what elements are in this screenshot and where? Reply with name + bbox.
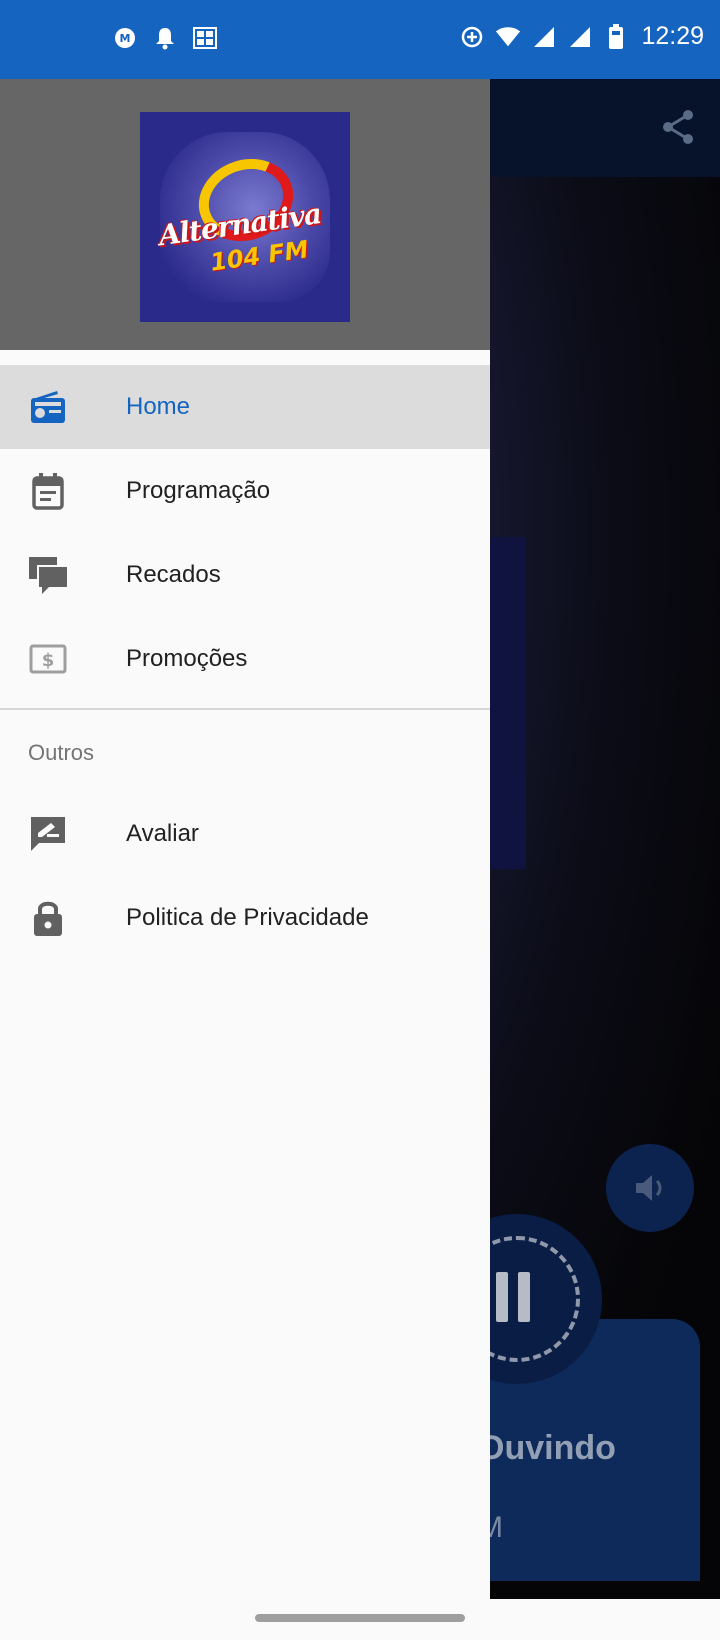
notification-bell-icon — [152, 25, 178, 51]
svg-text:$: $ — [42, 650, 55, 671]
money-icon: $ — [28, 639, 68, 679]
share-icon[interactable] — [658, 107, 698, 147]
system-nav-bar — [0, 1599, 720, 1640]
navigation-drawer: Alternativa 104 FM Home Programação Reca… — [0, 79, 490, 1599]
mercado-icon: M — [112, 25, 138, 51]
menu-item-avaliar[interactable]: Avaliar — [0, 792, 490, 876]
volume-button[interactable] — [606, 1144, 694, 1232]
volume-icon — [636, 1175, 662, 1201]
menu-item-label: Promoções — [126, 645, 248, 672]
menu-item-recados[interactable]: Recados — [0, 533, 490, 617]
drawer-menu: Home Programação Recados $ Promoções Out… — [0, 365, 490, 960]
signal-icon-2 — [567, 24, 593, 50]
status-time: 12:29 — [641, 22, 704, 50]
section-title: Outros — [28, 740, 95, 765]
gallery-icon — [192, 25, 218, 51]
menu-item-label: Programação — [126, 477, 271, 504]
menu-item-label: Home — [126, 393, 191, 420]
wifi-icon — [495, 24, 521, 50]
menu-item-home[interactable]: Home — [0, 365, 490, 449]
pause-icon — [496, 1272, 508, 1322]
rate-review-icon — [28, 814, 68, 854]
menu-item-programacao[interactable]: Programação — [0, 449, 490, 533]
svg-text:M: M — [120, 32, 131, 45]
status-bar: M 12:29 — [0, 0, 720, 79]
menu-item-label: Politica de Privacidade — [126, 904, 369, 931]
menu-item-privacidade[interactable]: Politica de Privacidade — [0, 876, 490, 960]
battery-icon — [603, 23, 629, 50]
chat-icon — [28, 555, 68, 595]
radio-icon — [28, 387, 68, 427]
now-playing-title: Ouvindo — [478, 1429, 616, 1467]
menu-item-label: Avaliar — [126, 820, 199, 847]
station-logo: Alternativa 104 FM — [140, 112, 350, 322]
lock-icon — [28, 898, 68, 938]
home-gesture-handle[interactable] — [255, 1614, 465, 1622]
menu-item-label: Recados — [126, 561, 221, 588]
data-saver-icon — [459, 24, 485, 50]
drawer-header: Alternativa 104 FM — [0, 79, 490, 350]
menu-item-promocoes[interactable]: $ Promoções — [0, 617, 490, 701]
signal-icon — [531, 24, 557, 50]
calendar-icon — [28, 471, 68, 511]
